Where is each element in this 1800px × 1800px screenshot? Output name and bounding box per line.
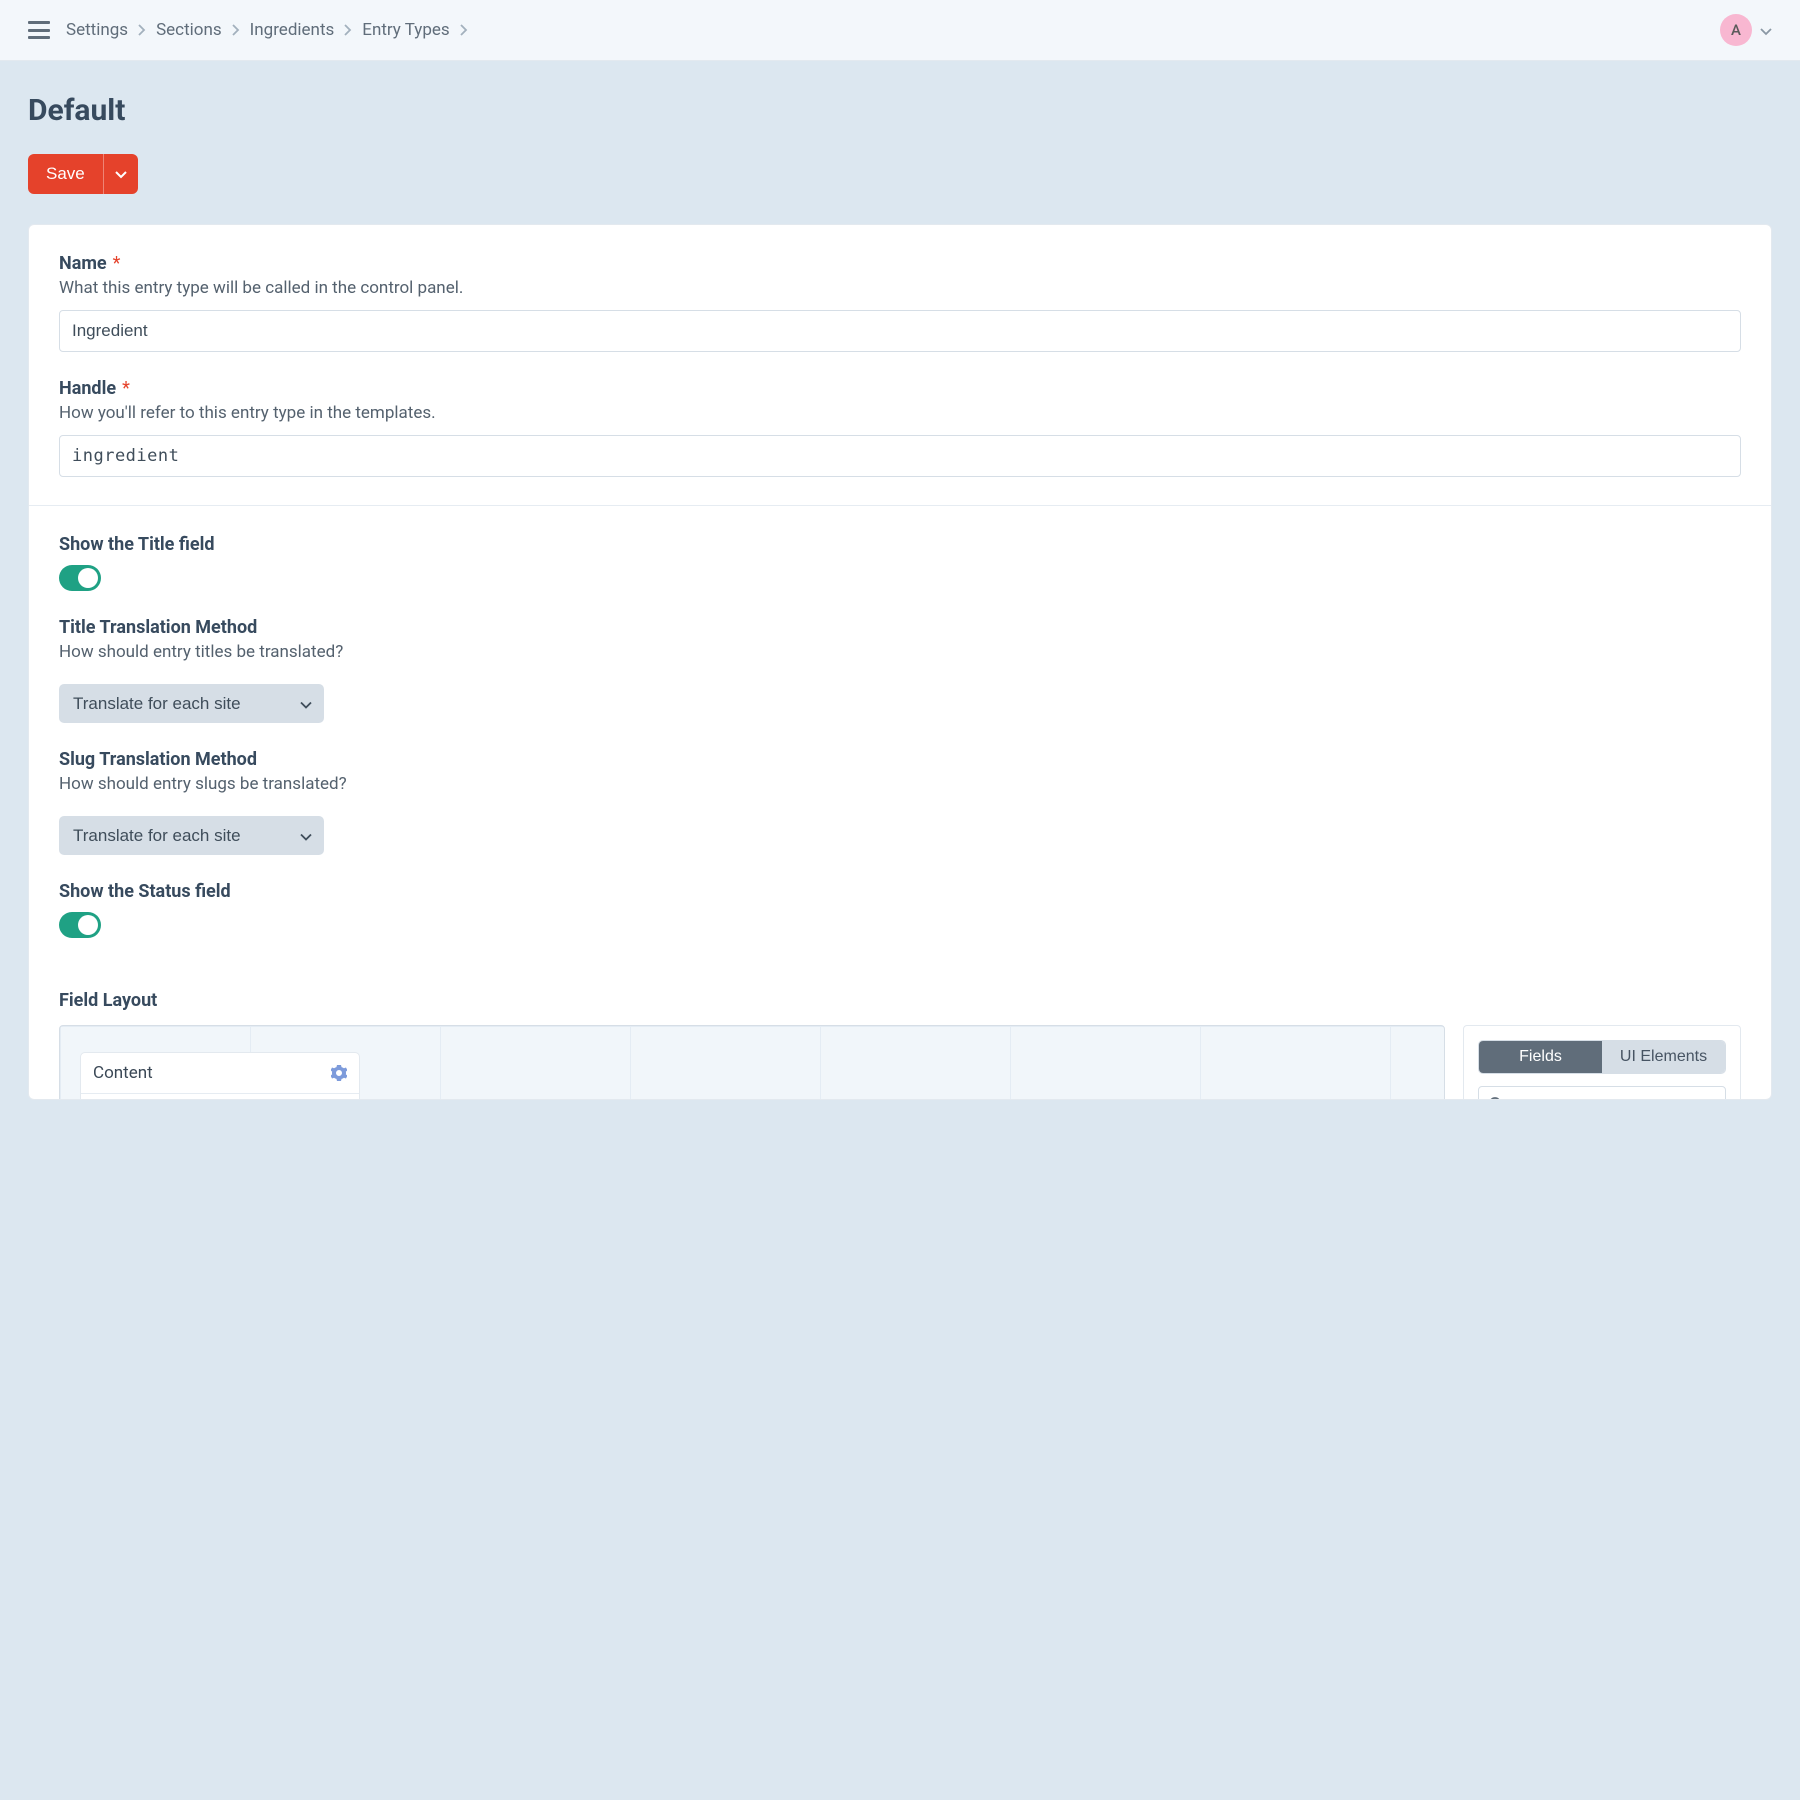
field-layout-canvas[interactable]: Content Title ✻: [59, 1025, 1445, 1099]
layout-tab-name: Content: [93, 1063, 153, 1083]
section-options: Show the Title field Title Translation M…: [29, 505, 1771, 966]
field-label: Title Translation Method: [59, 617, 257, 638]
save-button[interactable]: Save: [28, 154, 104, 194]
slug-translation-select[interactable]: Translate for each site: [59, 816, 324, 855]
save-dropdown-button[interactable]: [104, 154, 138, 194]
chevron-right-icon: [344, 24, 352, 36]
field-help: How you'll refer to this entry type in t…: [59, 403, 1741, 423]
layout-tab-card: Content Title ✻: [80, 1052, 360, 1099]
settings-card: Name * What this entry type will be call…: [28, 224, 1772, 1100]
layout-tab-header[interactable]: Content: [81, 1053, 359, 1094]
field-show-status: Show the Status field: [59, 881, 1741, 938]
chevron-right-icon: [138, 24, 146, 36]
handle-input[interactable]: [59, 435, 1741, 477]
title-translation-select[interactable]: Translate for each site: [59, 684, 324, 723]
app-header: Settings Sections Ingredients Entry Type…: [0, 0, 1800, 61]
sidebar-tabs: Fields UI Elements: [1478, 1040, 1726, 1074]
field-label: Slug Translation Method: [59, 749, 257, 770]
field-help: How should entry titles be translated?: [59, 642, 1741, 662]
field-label: Show the Status field: [59, 881, 231, 902]
field-search-input[interactable]: [1478, 1086, 1726, 1099]
field-show-title: Show the Title field: [59, 534, 1741, 591]
search-icon: [1488, 1096, 1504, 1099]
tab-ui-elements[interactable]: UI Elements: [1602, 1041, 1725, 1073]
field-name: Name * What this entry type will be call…: [59, 253, 1741, 352]
chevron-right-icon: [232, 24, 240, 36]
avatar[interactable]: A: [1720, 14, 1752, 46]
breadcrumb: Settings Sections Ingredients Entry Type…: [66, 20, 1720, 40]
header-user-menu: A: [1720, 14, 1772, 46]
chevron-right-icon: [460, 24, 468, 36]
page-title: Default: [28, 93, 1772, 128]
field-layout-sidebar: Fields UI Elements: [1463, 1025, 1741, 1099]
field-help: How should entry slugs be translated?: [59, 774, 1741, 794]
section-field-layout: Field Layout Content Title: [29, 966, 1771, 1099]
show-status-toggle[interactable]: [59, 912, 101, 938]
required-asterisk-icon: *: [122, 378, 130, 399]
field-slug-translation: Slug Translation Method How should entry…: [59, 749, 1741, 855]
field-title-translation: Title Translation Method How should entr…: [59, 617, 1741, 723]
required-asterisk-icon: *: [113, 253, 121, 274]
field-label: Name: [59, 253, 107, 274]
breadcrumb-item-sections[interactable]: Sections: [156, 20, 222, 40]
field-label: Handle: [59, 378, 116, 399]
section-basics: Name * What this entry type will be call…: [29, 225, 1771, 505]
gear-icon[interactable]: [331, 1065, 347, 1081]
breadcrumb-item-settings[interactable]: Settings: [66, 20, 128, 40]
chevron-down-icon[interactable]: [1760, 21, 1772, 40]
breadcrumb-item-ingredients[interactable]: Ingredients: [250, 20, 335, 40]
field-label: Show the Title field: [59, 534, 214, 555]
save-button-group: Save: [28, 154, 138, 194]
field-handle: Handle * How you'll refer to this entry …: [59, 378, 1741, 477]
hamburger-icon[interactable]: [28, 21, 50, 39]
chevron-down-icon: [115, 167, 127, 182]
tab-fields[interactable]: Fields: [1479, 1041, 1602, 1073]
name-input[interactable]: [59, 310, 1741, 352]
breadcrumb-item-entry-types[interactable]: Entry Types: [362, 20, 449, 40]
field-help: What this entry type will be called in t…: [59, 278, 1741, 298]
page-body: Default Save Name * What this entry type…: [0, 61, 1800, 1132]
field-layout-heading: Field Layout: [29, 966, 1771, 1025]
show-title-toggle[interactable]: [59, 565, 101, 591]
